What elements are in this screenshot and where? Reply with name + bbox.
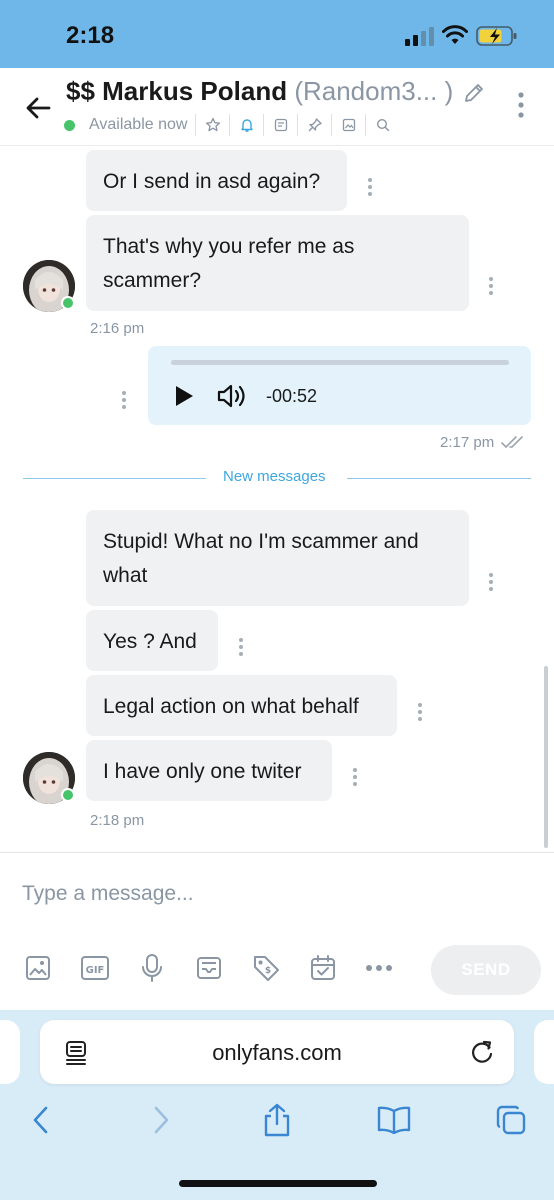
contact-username[interactable]: (Random3... ): [294, 76, 453, 106]
send-button[interactable]: SEND: [431, 945, 541, 995]
address-bar[interactable]: onlyfans.com: [40, 1020, 514, 1084]
battery-charging-icon: [476, 26, 517, 46]
svg-text:$: $: [265, 966, 271, 976]
message-input[interactable]: [22, 877, 522, 911]
chat-scrollbar[interactable]: [544, 666, 548, 848]
share-icon[interactable]: [259, 1102, 295, 1138]
message-options-icon[interactable]: [238, 638, 244, 656]
message-options-icon[interactable]: [121, 391, 127, 409]
incoming-message[interactable]: Legal action on what behalf: [86, 675, 397, 736]
availability-status: Available now: [89, 116, 188, 133]
pencil-icon[interactable]: [462, 81, 486, 105]
calendar-icon[interactable]: [306, 951, 340, 985]
message-list[interactable]: Or I send in asd again? That's why you r…: [0, 146, 554, 852]
new-messages-divider: New messages: [223, 468, 326, 485]
message-text: Yes ? And: [103, 630, 197, 653]
incoming-message[interactable]: Or I send in asd again?: [86, 150, 347, 211]
browser-forward-icon[interactable]: [143, 1102, 179, 1138]
incoming-message[interactable]: That's why you refer me as scammer?: [86, 215, 469, 311]
message-text: Or I send in asd again?: [103, 170, 321, 193]
chat-header: $$ Markus Poland (Random3... ) Available…: [0, 68, 554, 146]
incoming-message[interactable]: I have only one twiter: [86, 740, 332, 801]
incoming-message[interactable]: Stupid! What no I'm scammer and what: [86, 510, 469, 606]
clock: 2:18: [66, 22, 115, 49]
gallery-icon[interactable]: [331, 114, 365, 136]
message-options-icon[interactable]: [417, 703, 423, 721]
vault-icon[interactable]: [192, 951, 226, 985]
price-tag-icon[interactable]: $: [249, 951, 283, 985]
bell-icon[interactable]: [229, 114, 263, 136]
divider-line: [347, 478, 531, 479]
svg-text:GIF: GIF: [86, 965, 105, 976]
message-options-icon[interactable]: [367, 178, 373, 196]
back-arrow-icon[interactable]: [22, 92, 54, 124]
microphone-icon[interactable]: [135, 951, 169, 985]
search-icon[interactable]: [365, 114, 399, 136]
avatar[interactable]: [23, 752, 75, 804]
tabs-icon[interactable]: [493, 1102, 529, 1138]
read-checkmarks-icon: [501, 436, 523, 449]
play-icon[interactable]: [173, 384, 195, 408]
message-options-icon[interactable]: [488, 573, 494, 591]
message-text: That's why you refer me as scammer?: [103, 235, 355, 292]
online-indicator: [61, 788, 75, 802]
message-text: I have only one twiter: [103, 760, 302, 783]
message-timestamp: 2:18 pm: [90, 812, 145, 829]
message-options-icon[interactable]: [488, 277, 494, 295]
wifi-icon: [442, 25, 468, 44]
online-indicator: [61, 296, 75, 310]
volume-icon[interactable]: [216, 382, 248, 410]
previous-tab-peek[interactable]: [0, 1020, 20, 1084]
audio-duration: -00:52: [266, 386, 318, 406]
incoming-message[interactable]: Yes ? And: [86, 610, 218, 671]
pin-icon[interactable]: [297, 114, 331, 136]
message-text: Legal action on what behalf: [103, 695, 359, 718]
home-indicator[interactable]: [179, 1180, 377, 1187]
contact-name[interactable]: $$ Markus Poland: [66, 76, 287, 106]
outgoing-voice-message: -00:52: [148, 346, 531, 425]
gif-icon[interactable]: GIF: [78, 951, 112, 985]
status-bar: 2:18: [0, 0, 554, 68]
message-timestamp: 2:16 pm: [90, 320, 145, 337]
image-icon[interactable]: [21, 951, 55, 985]
reload-icon[interactable]: [469, 1038, 495, 1066]
url-text[interactable]: onlyfans.com: [40, 1040, 514, 1066]
more-options-icon[interactable]: [509, 90, 533, 120]
message-options-icon[interactable]: [352, 768, 358, 786]
bookmarks-icon[interactable]: [376, 1102, 412, 1138]
contact-subheader: Available now: [64, 114, 399, 136]
browser-back-icon[interactable]: [23, 1102, 59, 1138]
contact-name-row[interactable]: $$ Markus Poland (Random3... ): [66, 76, 453, 107]
next-tab-peek[interactable]: [534, 1020, 554, 1084]
notes-icon[interactable]: [263, 114, 297, 136]
browser-toolbar: onlyfans.com: [0, 1010, 554, 1200]
star-icon[interactable]: [195, 114, 229, 136]
message-text: Stupid! What no I'm scammer and what: [103, 530, 419, 587]
message-composer: GIF $ SEND: [0, 852, 554, 1010]
cellular-signal-icon: [405, 26, 435, 46]
avatar[interactable]: [23, 260, 75, 312]
divider-line: [23, 478, 206, 479]
online-indicator: [64, 119, 75, 131]
message-timestamp: 2:17 pm: [440, 434, 495, 451]
more-icon[interactable]: [362, 951, 396, 985]
audio-progress-track[interactable]: [171, 360, 509, 365]
